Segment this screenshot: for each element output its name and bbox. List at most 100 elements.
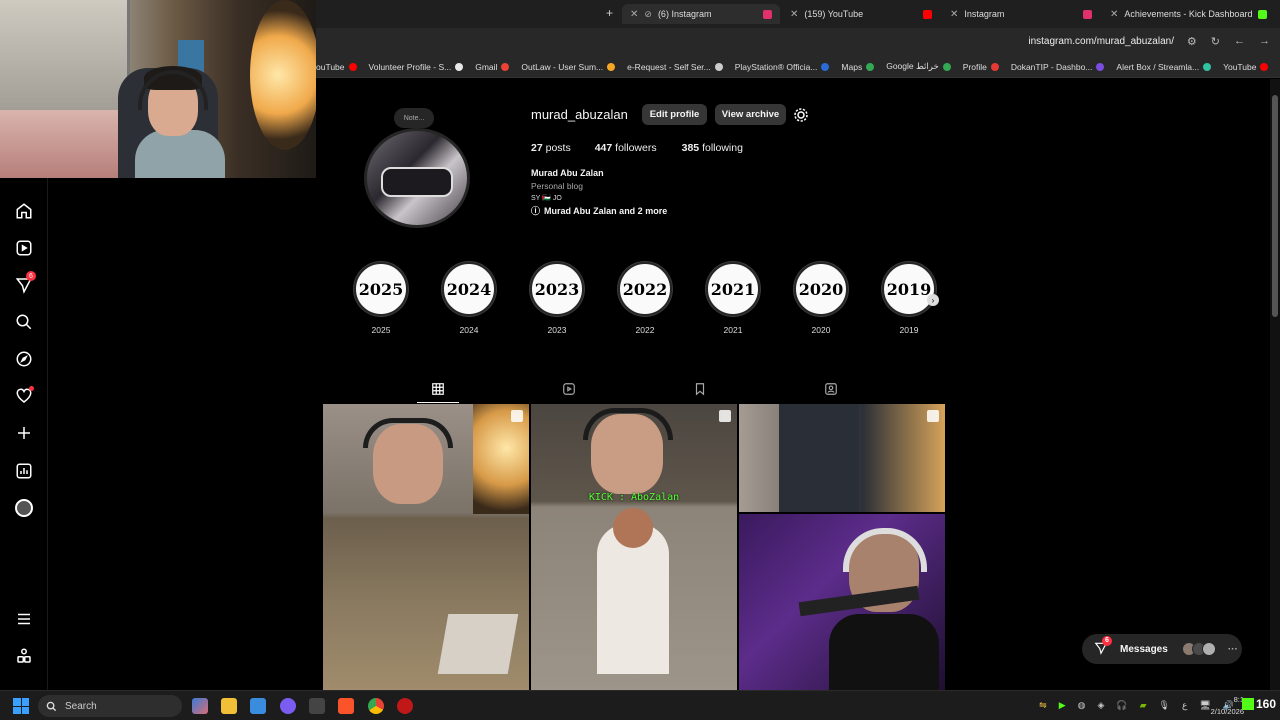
menu-icon[interactable] [14,609,34,629]
scrollbar-thumb[interactable] [1272,95,1278,317]
tab-saved-icon[interactable] [691,380,709,398]
copilot-icon[interactable] [192,698,208,714]
bookmark-item[interactable]: ouTube [316,62,357,72]
highlights-next-icon[interactable]: › [927,294,939,306]
taskbar-search[interactable]: Search [38,695,182,717]
reel-icon [719,410,731,422]
reels-icon[interactable] [14,238,34,258]
tray-arrow-icon[interactable]: ⇋ [1039,700,1047,711]
highlight-2023[interactable]: 2023 2023 [527,262,587,335]
tab-instagram-active[interactable]: ✕ ⊘ (6) Instagram [622,4,780,24]
bookmark-item[interactable]: Profile [963,62,999,72]
network-icon[interactable]: 🖥 [1199,700,1210,711]
bookmark-item[interactable]: OutLaw - User Sum... [521,62,616,72]
close-icon[interactable]: ✕ [1110,9,1118,20]
close-icon[interactable]: ✕ [950,9,958,20]
highlight-2020[interactable]: 2020 2020 [791,262,851,335]
browser-tab-bar: + ✕ ⊘ (6) Instagram ✕ (159) YouTube ✕ In… [316,0,1280,28]
instagram-icon [1083,9,1092,19]
taskbar-clock[interactable]: 8:1 2/10/2026 [1211,694,1244,718]
bookmark-item[interactable]: Volunteer Profile - S... [369,62,464,72]
messages-button[interactable]: 6 Messages ··· [1082,634,1242,664]
profile-stats: 27 posts 447 followers 385 following [531,142,743,154]
microphone-icon[interactable]: 🎙 [1159,700,1170,711]
followed-by-link[interactable]: ⓘ Murad Abu Zalan and 2 more [531,204,667,217]
post-thumbnail[interactable] [739,404,945,512]
screen: + ✕ ⊘ (6) Instagram ✕ (159) YouTube ✕ In… [0,0,1280,720]
posts-stat: 27 posts [531,142,571,154]
webcam-overlay [0,0,316,178]
headset-icon[interactable]: 🎧 [1116,700,1127,711]
tray-language-icon[interactable]: ع [1182,700,1187,711]
bookmark-item[interactable]: DokanTIP - Dashbo... [1011,62,1105,72]
post-thumbnail[interactable] [323,404,529,690]
post-thumbnail[interactable]: KICK : AboZalan [531,404,737,690]
post-thumbnail[interactable] [739,514,945,690]
windows-start-icon[interactable] [13,698,29,714]
bookmark-item[interactable]: PlayStation® Officia... [735,62,830,72]
also-from-meta-icon[interactable] [14,646,34,666]
highlight-2022[interactable]: 2022 2022 [615,262,675,335]
home-icon[interactable] [14,201,34,221]
tray-play-icon[interactable]: ▶ [1059,700,1066,711]
view-archive-button[interactable]: View archive [715,104,786,125]
playstation-icon [821,62,830,71]
chrome-icon[interactable] [368,698,384,714]
bookmark-item[interactable]: YouTube [1223,62,1269,72]
reload-icon[interactable]: ↻ [1211,35,1220,48]
tab-tagged-icon[interactable] [822,380,840,398]
new-tab-button[interactable]: + [606,6,613,20]
forward-icon[interactable]: → [1259,35,1270,48]
edit-profile-button[interactable]: Edit profile [642,104,707,125]
profile-tabs [323,374,945,404]
close-icon[interactable]: ✕ [630,9,638,20]
tray-shield-icon[interactable]: ◈ [1097,700,1104,711]
app-icon[interactable] [309,698,325,714]
tab-reels-icon[interactable] [560,380,578,398]
discord-icon[interactable] [280,698,296,714]
link-icon: ⓘ [531,206,541,216]
search-icon [46,701,57,711]
tab-posts-grid-icon[interactable] [429,380,447,398]
site-settings-icon[interactable]: ⚙ [1187,35,1197,48]
search-icon[interactable] [14,312,34,332]
bookmark-icon [607,62,616,71]
profile-category: Personal blog [531,181,583,191]
dashboard-icon[interactable] [14,461,34,481]
url-field[interactable]: instagram.com/murad_abuzalan/ [1028,36,1174,47]
brave-icon[interactable] [338,698,354,714]
notifications-heart-icon[interactable] [14,386,34,406]
profile-avatar[interactable] [364,128,470,228]
obs-icon[interactable] [397,698,413,714]
maps-icon [866,62,875,71]
direct-messages-icon[interactable]: 6 [14,271,36,295]
highlight-2025[interactable]: 2025 2025 [351,262,411,335]
notification-badge: 6 [26,271,36,281]
tray-nvidia-icon[interactable]: ▰ [1140,700,1147,711]
highlight-2024[interactable]: 2024 2024 [439,262,499,335]
store-icon[interactable] [250,698,266,714]
tab-instagram-2[interactable]: ✕ Instagram [942,4,1100,24]
settings-gear-icon[interactable] [792,106,810,124]
create-icon[interactable] [14,423,34,443]
note-bubble[interactable]: Note... [394,108,434,128]
following-stat[interactable]: 385 following [682,142,743,154]
profile-bio-flags: SY 🇵🇸 JO [531,195,562,202]
close-icon[interactable]: ✕ [790,9,798,20]
file-explorer-icon[interactable] [221,698,237,714]
highlight-2021[interactable]: 2021 2021 [703,262,763,335]
bookmark-item[interactable]: Google خرائط [886,61,951,72]
bookmark-item[interactable]: Gmail [475,62,510,72]
address-bar: instagram.com/murad_abuzalan/ ⚙ ↻ ← → [316,28,1280,56]
followers-stat[interactable]: 447 followers [595,142,657,154]
tab-kick-dashboard[interactable]: ✕ Achievements - Kick Dashboard [1102,4,1280,24]
tray-app-icon[interactable]: ◍ [1078,700,1086,711]
tab-youtube[interactable]: ✕ (159) YouTube [782,4,940,24]
profile-avatar-icon[interactable] [14,498,34,518]
explore-icon[interactable] [14,349,34,369]
back-icon[interactable]: ← [1234,35,1245,48]
bookmark-item[interactable]: Maps [841,62,875,72]
instagram-icon [763,9,772,19]
bookmark-item[interactable]: Alert Box / Streamla... [1116,62,1212,72]
bookmark-item[interactable]: e-Request - Self Ser... [627,62,723,72]
